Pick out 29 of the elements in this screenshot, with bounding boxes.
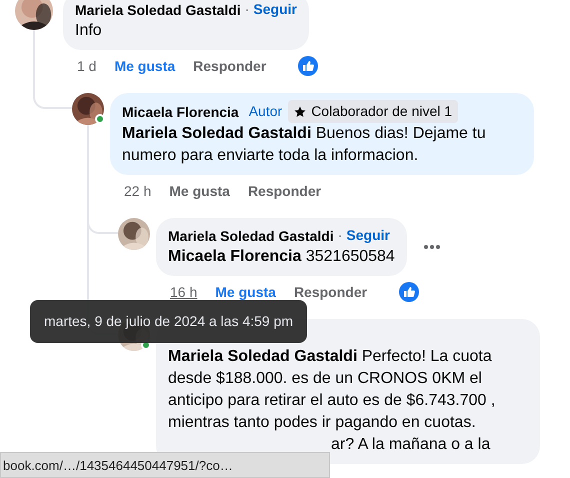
- reply-link[interactable]: Responder: [193, 56, 266, 76]
- like-link[interactable]: Me gusta: [169, 180, 230, 202]
- status-bar-url: book.com/…/1435464450447951/?co…: [0, 452, 330, 478]
- comment-text: ar? A la mañana o a la: [331, 435, 492, 455]
- comment-text: Info: [75, 21, 103, 41]
- like-link[interactable]: Me gusta: [215, 282, 276, 302]
- comment-time[interactable]: 22 h: [124, 180, 152, 202]
- follow-link[interactable]: Seguir: [253, 0, 297, 20]
- author-name[interactable]: Mariela Soledad Gastaldi: [168, 226, 334, 246]
- date-tooltip: martes, 9 de julio de 2024 a las 4:59 pm: [30, 300, 308, 343]
- star-icon: [294, 106, 306, 118]
- follow-link[interactable]: Seguir: [346, 225, 390, 246]
- comment-time[interactable]: 16 h: [170, 282, 198, 302]
- like-reaction-icon[interactable]: [399, 282, 420, 302]
- like-link[interactable]: Me gusta: [114, 56, 176, 76]
- more-options-icon[interactable]: [422, 244, 441, 250]
- reply-link[interactable]: Responder: [294, 282, 368, 302]
- like-reaction-icon[interactable]: [298, 56, 318, 76]
- author-name[interactable]: Micaela Florencia: [122, 102, 239, 122]
- author-name[interactable]: Mariela Soledad Gastaldi: [75, 0, 241, 20]
- separator-dot: ·: [244, 0, 250, 19]
- comment-text: Micaela Florencia 3521650584: [168, 247, 395, 267]
- comment-text: Mariela Soledad Gastaldi Buenos dias! Dejame tu numero para enviarte toda la informacion.: [122, 124, 487, 166]
- author-tag: Autor: [248, 101, 282, 122]
- separator-dot: ·: [338, 226, 342, 245]
- comment-time[interactable]: 1 d: [77, 56, 96, 76]
- comment-text: Mariela Soledad Gastaldi Perfecto! La cuota desde $188.000. es de un CRONOS 0KM el anticipo para retirar el auto es de $6.743.700 , mientras tanto podes ir pagando en cuotas.: [168, 347, 496, 433]
- reply-link[interactable]: Responder: [248, 180, 322, 202]
- contributor-badge: Colaborador de nivel 1: [288, 100, 458, 123]
